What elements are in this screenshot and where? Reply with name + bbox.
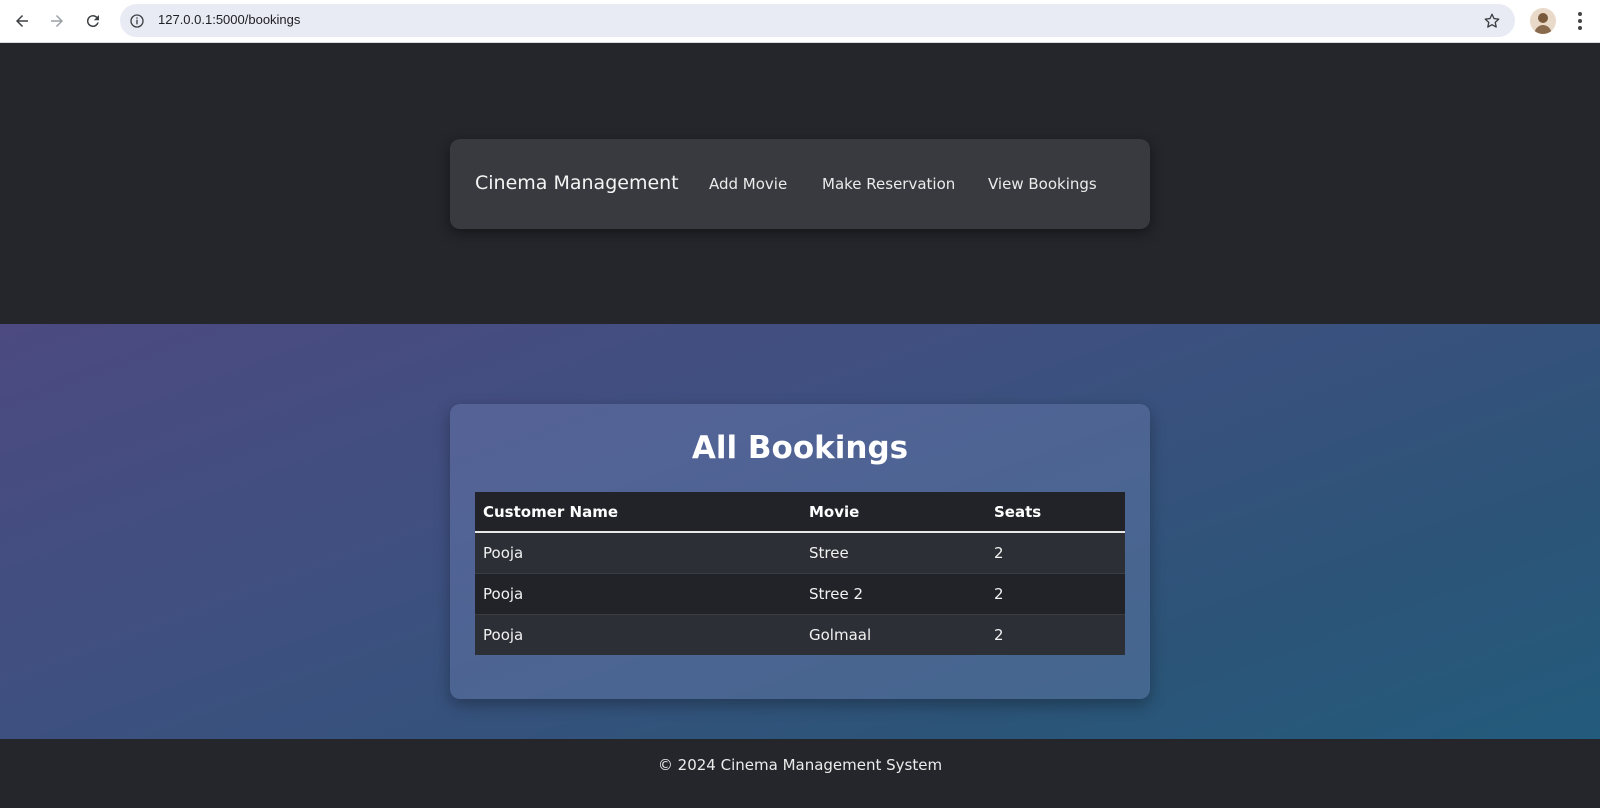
reload-icon xyxy=(86,15,99,28)
back-button[interactable] xyxy=(7,6,37,36)
cell-seats: 2 xyxy=(986,531,1125,573)
page-title: All Bookings xyxy=(691,430,909,466)
cell-movie: Stree 2 xyxy=(801,572,986,614)
column-header-customer-name: Customer Name xyxy=(475,492,801,533)
profile-avatar[interactable] xyxy=(1530,8,1556,34)
address-bar[interactable]: 127.0.0.1:5000/bookings xyxy=(120,4,1515,37)
star-icon[interactable] xyxy=(1481,10,1503,32)
cell-movie: Golmaal xyxy=(801,613,986,655)
table-header-row: Customer Name Movie Seats xyxy=(475,492,1125,533)
cell-seats: 2 xyxy=(986,613,1125,655)
cell-seats: 2 xyxy=(986,572,1125,614)
table-row: Pooja Stree 2 2 xyxy=(475,572,1125,614)
cell-customer-name: Pooja xyxy=(475,531,801,573)
reload-button[interactable] xyxy=(78,6,108,36)
arrow-right-icon xyxy=(51,15,63,27)
header-section: Cinema Management Add Movie Make Reserva… xyxy=(0,43,1600,324)
bookings-card: All Bookings Customer Name Movie Seats P… xyxy=(450,404,1150,699)
navbar: Cinema Management Add Movie Make Reserva… xyxy=(450,139,1150,229)
footer: © 2024 Cinema Management System xyxy=(0,739,1600,808)
nav-link-add-movie[interactable]: Add Movie xyxy=(709,175,787,193)
table-row: Pooja Stree 2 xyxy=(475,531,1125,573)
nav-link-make-reservation[interactable]: Make Reservation xyxy=(822,175,955,193)
column-header-seats: Seats xyxy=(986,492,1125,533)
brand-title[interactable]: Cinema Management xyxy=(475,172,679,194)
info-icon[interactable] xyxy=(127,11,146,30)
more-vertical-icon[interactable] xyxy=(1570,8,1590,34)
cell-customer-name: Pooja xyxy=(475,613,801,655)
bookings-table: Customer Name Movie Seats Pooja Stree 2 … xyxy=(475,492,1125,655)
cell-customer-name: Pooja xyxy=(475,572,801,614)
cell-movie: Stree xyxy=(801,531,986,573)
column-header-movie: Movie xyxy=(801,492,986,533)
forward-button[interactable] xyxy=(42,6,72,36)
arrow-left-icon xyxy=(16,15,28,27)
nav-link-view-bookings[interactable]: View Bookings xyxy=(988,175,1097,193)
main-section: All Bookings Customer Name Movie Seats P… xyxy=(0,324,1600,739)
table-row: Pooja Golmaal 2 xyxy=(475,613,1125,655)
browser-toolbar: 127.0.0.1:5000/bookings xyxy=(0,0,1600,43)
url-text[interactable]: 127.0.0.1:5000/bookings xyxy=(158,12,300,27)
copyright-text: © 2024 Cinema Management System xyxy=(657,756,943,774)
